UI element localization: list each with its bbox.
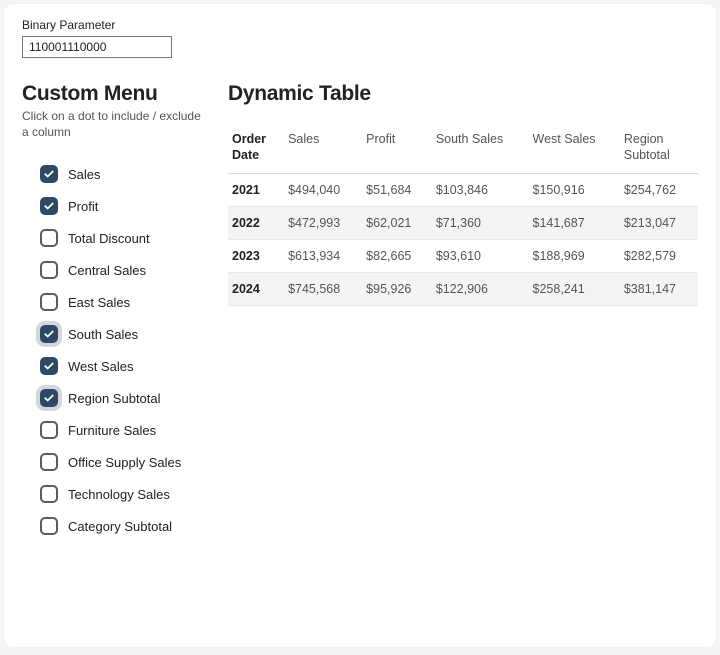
checkbox-unchecked-icon[interactable] [40, 453, 58, 471]
row-header-cell: 2024 [228, 273, 284, 306]
custom-menu-subtitle: Click on a dot to include / exclude a co… [22, 108, 204, 140]
custom-menu-title: Custom Menu [22, 82, 204, 106]
binary-parameter-input[interactable] [22, 36, 172, 58]
row-header-cell: 2023 [228, 240, 284, 273]
data-cell: $258,241 [529, 273, 620, 306]
table-header-row: OrderDateSalesProfitSouth SalesWest Sale… [228, 124, 698, 174]
checkbox-unchecked-icon[interactable] [40, 261, 58, 279]
checkbox-unchecked-icon[interactable] [40, 293, 58, 311]
table-row: 2021$494,040$51,684$103,846$150,916$254,… [228, 174, 698, 207]
data-cell: $472,993 [284, 207, 362, 240]
column-toggle-row[interactable]: Office Supply Sales [22, 446, 204, 478]
dynamic-table-title: Dynamic Table [228, 82, 698, 106]
data-cell: $93,610 [432, 240, 529, 273]
column-toggle-row[interactable]: East Sales [22, 286, 204, 318]
data-cell: $95,926 [362, 273, 432, 306]
column-toggle-row[interactable]: West Sales [22, 350, 204, 382]
column-toggle-row[interactable]: Category Subtotal [22, 510, 204, 542]
column-toggle-row[interactable]: South Sales [22, 318, 204, 350]
column-toggle-label: South Sales [68, 327, 138, 342]
data-cell: $141,687 [529, 207, 620, 240]
column-toggle-row[interactable]: Total Discount [22, 222, 204, 254]
table-row: 2024$745,568$95,926$122,906$258,241$381,… [228, 273, 698, 306]
data-cell: $282,579 [620, 240, 698, 273]
column-toggle-label: Total Discount [68, 231, 150, 246]
data-cell: $494,040 [284, 174, 362, 207]
data-cell: $71,360 [432, 207, 529, 240]
column-header: Sales [284, 124, 362, 174]
parameter-label: Binary Parameter [22, 18, 698, 32]
data-cell: $213,047 [620, 207, 698, 240]
data-cell: $62,021 [362, 207, 432, 240]
data-cell: $51,684 [362, 174, 432, 207]
data-cell: $381,147 [620, 273, 698, 306]
checkbox-checked-icon[interactable] [40, 165, 58, 183]
dashboard-card: Binary Parameter Custom Menu Click on a … [4, 4, 716, 647]
table-row: 2023$613,934$82,665$93,610$188,969$282,5… [228, 240, 698, 273]
data-cell: $150,916 [529, 174, 620, 207]
column-toggle-label: East Sales [68, 295, 130, 310]
table-row: 2022$472,993$62,021$71,360$141,687$213,0… [228, 207, 698, 240]
column-toggle-label: Sales [68, 167, 101, 182]
column-header: South Sales [432, 124, 529, 174]
column-header: West Sales [529, 124, 620, 174]
checkbox-checked-icon[interactable] [40, 389, 58, 407]
checkbox-unchecked-icon[interactable] [40, 229, 58, 247]
checkbox-checked-icon[interactable] [40, 197, 58, 215]
column-toggle-label: Office Supply Sales [68, 455, 181, 470]
data-cell: $103,846 [432, 174, 529, 207]
column-checkbox-list: Sales Profit Total Discount Central Sales Ea… [22, 158, 204, 542]
checkbox-checked-icon[interactable] [40, 325, 58, 343]
dynamic-table: OrderDateSalesProfitSouth SalesWest Sale… [228, 124, 698, 306]
column-header: OrderDate [228, 124, 284, 174]
dynamic-table-panel: Dynamic Table OrderDateSalesProfitSouth … [228, 82, 698, 542]
column-toggle-label: Region Subtotal [68, 391, 161, 406]
data-cell: $254,762 [620, 174, 698, 207]
column-toggle-label: Central Sales [68, 263, 146, 278]
data-cell: $613,934 [284, 240, 362, 273]
custom-menu-panel: Custom Menu Click on a dot to include / … [22, 82, 204, 542]
column-toggle-row[interactable]: Profit [22, 190, 204, 222]
column-header: Profit [362, 124, 432, 174]
column-header: RegionSubtotal [620, 124, 698, 174]
column-toggle-label: Profit [68, 199, 98, 214]
column-toggle-label: West Sales [68, 359, 134, 374]
data-cell: $188,969 [529, 240, 620, 273]
column-toggle-label: Furniture Sales [68, 423, 156, 438]
data-cell: $122,906 [432, 273, 529, 306]
column-toggle-row[interactable]: Central Sales [22, 254, 204, 286]
checkbox-unchecked-icon[interactable] [40, 421, 58, 439]
column-toggle-label: Category Subtotal [68, 519, 172, 534]
data-cell: $745,568 [284, 273, 362, 306]
row-header-cell: 2021 [228, 174, 284, 207]
checkbox-unchecked-icon[interactable] [40, 517, 58, 535]
checkbox-unchecked-icon[interactable] [40, 485, 58, 503]
column-toggle-row[interactable]: Technology Sales [22, 478, 204, 510]
column-toggle-row[interactable]: Region Subtotal [22, 382, 204, 414]
column-toggle-row[interactable]: Furniture Sales [22, 414, 204, 446]
column-toggle-label: Technology Sales [68, 487, 170, 502]
data-cell: $82,665 [362, 240, 432, 273]
checkbox-checked-icon[interactable] [40, 357, 58, 375]
row-header-cell: 2022 [228, 207, 284, 240]
column-toggle-row[interactable]: Sales [22, 158, 204, 190]
